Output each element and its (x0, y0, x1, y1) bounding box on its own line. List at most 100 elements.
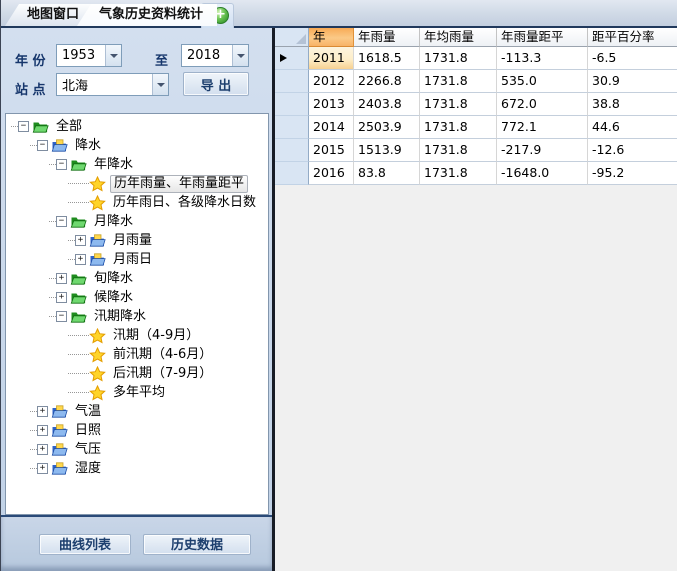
tree-node[interactable]: 历年雨日、各级降水日数 (11, 193, 268, 212)
row-header[interactable] (275, 139, 309, 162)
tree-node[interactable]: + 候降水 (11, 288, 268, 307)
collapse-minus-icon[interactable]: − (56, 311, 67, 322)
tree-node-label[interactable]: 候降水 (91, 290, 136, 306)
tree-node[interactable]: 汛期（4-9月） (11, 326, 268, 345)
column-header-1[interactable]: 年雨量 (354, 28, 420, 47)
grid-cell[interactable]: 1731.8 (420, 116, 497, 139)
tree-node[interactable]: − 年降水 (11, 155, 268, 174)
expand-plus-icon[interactable]: + (37, 463, 48, 474)
tree-node-label[interactable]: 旬降水 (91, 271, 136, 287)
grid-cell[interactable]: 44.6 (588, 116, 677, 139)
tree-node[interactable]: + 旬降水 (11, 269, 268, 288)
grid-cell[interactable]: 2012 (309, 70, 354, 93)
grid-cell[interactable]: 2016 (309, 162, 354, 185)
tree-node-label-selected[interactable]: 历年雨量、年雨量距平 (110, 175, 248, 193)
tree-node[interactable]: 前汛期（4-6月） (11, 345, 268, 364)
collapse-minus-icon[interactable]: − (56, 159, 67, 170)
tree-node[interactable]: 后汛期（7-9月） (11, 364, 268, 383)
grid-cell[interactable]: 83.8 (354, 162, 420, 185)
row-header[interactable] (275, 93, 309, 116)
tree-node[interactable]: − 汛期降水 (11, 307, 268, 326)
row-header[interactable] (275, 162, 309, 185)
expand-plus-icon[interactable]: + (37, 425, 48, 436)
grid-cell[interactable]: 1618.5 (354, 47, 420, 70)
tree-node-label[interactable]: 年降水 (91, 157, 136, 173)
expand-plus-icon[interactable]: + (56, 273, 67, 284)
grid-cell[interactable]: 30.9 (588, 70, 677, 93)
grid-corner-cell[interactable] (275, 28, 309, 47)
tree-node-label[interactable]: 湿度 (72, 461, 104, 477)
station-select[interactable]: 北海 (56, 73, 169, 96)
collapse-minus-icon[interactable]: − (37, 140, 48, 151)
column-header-4[interactable]: 距平百分率 (588, 28, 677, 47)
tree-node[interactable]: − 全部 (11, 117, 268, 136)
grid-cell[interactable]: -1648.0 (497, 162, 588, 185)
tree-node[interactable]: 历年雨量、年雨量距平 (11, 174, 268, 193)
row-header[interactable] (275, 47, 309, 70)
tree-node-label[interactable]: 全部 (53, 119, 85, 135)
expand-plus-icon[interactable]: + (56, 292, 67, 303)
grid-cell[interactable]: 2011 (309, 47, 354, 70)
grid-cell[interactable]: -12.6 (588, 139, 677, 162)
year-from-select[interactable]: 1953 (56, 44, 122, 67)
tree-node[interactable]: − 月降水 (11, 212, 268, 231)
collapse-minus-icon[interactable]: − (18, 121, 29, 132)
history-data-button[interactable]: 历史数据 (143, 534, 251, 555)
tree-node[interactable]: + 气温 (11, 402, 268, 421)
tree-node-label[interactable]: 汛期（4-9月） (110, 328, 202, 344)
expand-plus-icon[interactable]: + (37, 444, 48, 455)
grid-cell[interactable]: 2013 (309, 93, 354, 116)
tree-node[interactable]: + 气压 (11, 440, 268, 459)
expand-plus-icon[interactable]: + (75, 254, 86, 265)
tree-node-label[interactable]: 多年平均 (110, 385, 168, 401)
tree-node-label[interactable]: 月雨日 (110, 252, 155, 268)
chevron-down-icon[interactable] (232, 45, 248, 66)
column-header-0[interactable]: 年 (309, 28, 354, 47)
tree-node-label[interactable]: 降水 (72, 138, 104, 154)
chevron-down-icon[interactable] (152, 74, 168, 95)
tree-node-label[interactable]: 前汛期（4-6月） (110, 347, 215, 363)
expand-plus-icon[interactable]: + (75, 235, 86, 246)
grid-cell[interactable]: 772.1 (497, 116, 588, 139)
grid-cell[interactable]: -217.9 (497, 139, 588, 162)
year-to-select[interactable]: 2018 (181, 44, 249, 67)
grid-cell[interactable]: 2015 (309, 139, 354, 162)
tree-node[interactable]: + 月雨量 (11, 231, 268, 250)
tree-node[interactable]: + 日照 (11, 421, 268, 440)
grid-cell[interactable]: -113.3 (497, 47, 588, 70)
grid-cell[interactable]: -95.2 (588, 162, 677, 185)
export-button[interactable]: 导 出 (183, 72, 249, 96)
tree-node-label[interactable]: 日照 (72, 423, 104, 439)
tree-node-label[interactable]: 汛期降水 (91, 309, 149, 325)
tree-node-label[interactable]: 气温 (72, 404, 104, 420)
grid-cell[interactable]: 2403.8 (354, 93, 420, 116)
tree-node[interactable]: 多年平均 (11, 383, 268, 402)
grid-cell[interactable]: 2266.8 (354, 70, 420, 93)
tree-node-label[interactable]: 后汛期（7-9月） (110, 366, 215, 382)
grid-cell[interactable]: 1731.8 (420, 93, 497, 116)
grid-cell[interactable]: 2014 (309, 116, 354, 139)
grid-cell[interactable]: 1731.8 (420, 139, 497, 162)
collapse-minus-icon[interactable]: − (56, 216, 67, 227)
grid-cell[interactable]: -6.5 (588, 47, 677, 70)
tab-weather-history-stats[interactable]: 气象历史资料统计 (77, 4, 217, 26)
grid-cell[interactable]: 1731.8 (420, 70, 497, 93)
tree-node[interactable]: − 降水 (11, 136, 268, 155)
column-header-2[interactable]: 年均雨量 (420, 28, 497, 47)
curve-list-button[interactable]: 曲线列表 (39, 534, 131, 555)
tree-node-label[interactable]: 月降水 (91, 214, 136, 230)
grid-cell[interactable]: 1731.8 (420, 162, 497, 185)
grid-cell[interactable]: 1513.9 (354, 139, 420, 162)
row-header[interactable] (275, 116, 309, 139)
expand-plus-icon[interactable]: + (37, 406, 48, 417)
chevron-down-icon[interactable] (105, 45, 121, 66)
tree-node-label[interactable]: 月雨量 (110, 233, 155, 249)
tree-node[interactable]: + 月雨日 (11, 250, 268, 269)
tree-node-label[interactable]: 气压 (72, 442, 104, 458)
grid-cell[interactable]: 1731.8 (420, 47, 497, 70)
grid-cell[interactable]: 672.0 (497, 93, 588, 116)
column-header-3[interactable]: 年雨量距平 (497, 28, 588, 47)
row-header[interactable] (275, 70, 309, 93)
grid-cell[interactable]: 2503.9 (354, 116, 420, 139)
grid-cell[interactable]: 38.8 (588, 93, 677, 116)
